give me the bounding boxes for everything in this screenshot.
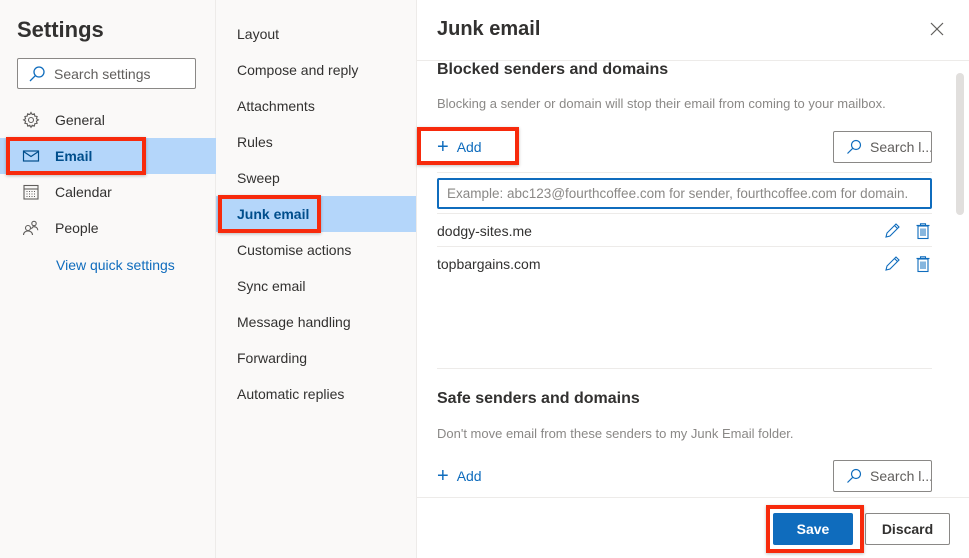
subnav-item-layout[interactable]: Layout — [216, 16, 416, 52]
subnav-item-customise-actions[interactable]: Customise actions — [216, 232, 416, 268]
delete-icon[interactable] — [914, 222, 932, 240]
blocked-section-description: Blocking a sender or domain will stop th… — [437, 96, 886, 111]
subnav-item-message-handling[interactable]: Message handling — [216, 304, 416, 340]
section-divider — [437, 368, 932, 369]
close-button[interactable] — [928, 20, 946, 38]
calendar-icon — [22, 183, 40, 201]
row-divider — [437, 172, 932, 173]
settings-title: Settings — [17, 17, 104, 42]
safe-section-description: Don't move email from these senders to m… — [437, 426, 794, 441]
subnav-item-attachments[interactable]: Attachments — [216, 88, 416, 124]
blocked-search-placeholder: Search l... — [870, 139, 932, 155]
save-button[interactable]: Save — [773, 513, 853, 545]
discard-button[interactable]: Discard — [865, 513, 950, 545]
plus-icon: + — [437, 465, 449, 487]
email-subnav-pane: Layout Compose and reply Attachments Rul… — [216, 0, 417, 558]
footer-divider — [417, 497, 969, 498]
subnav-item-automatic-replies[interactable]: Automatic replies — [216, 376, 416, 412]
add-label: Add — [456, 139, 482, 155]
blocked-sender-name: dodgy-sites.me — [437, 223, 532, 239]
nav-item-email[interactable]: Email — [0, 138, 216, 174]
add-label: Add — [456, 468, 482, 484]
row-divider — [437, 213, 932, 214]
nav-item-label: Calendar — [55, 184, 112, 200]
panel-title: Junk email — [437, 18, 541, 40]
nav-item-label: Email — [55, 148, 93, 164]
junk-email-panel: Junk email Blocked senders and domains B… — [417, 0, 969, 558]
blocked-sender-name: topbargains.com — [437, 256, 541, 272]
blocked-search-input[interactable]: Search l... — [833, 131, 932, 163]
settings-nav-pane: Settings Search settings General Email C… — [0, 0, 216, 558]
blocked-sender-row: dodgy-sites.me — [437, 215, 932, 247]
nav-item-general[interactable]: General — [0, 102, 216, 138]
subnav-item-junk-email[interactable]: Junk email — [216, 196, 416, 232]
nav-item-label: General — [55, 112, 105, 128]
subnav-item-compose-and-reply[interactable]: Compose and reply — [216, 52, 416, 88]
subnav-item-sync-email[interactable]: Sync email — [216, 268, 416, 304]
row-divider — [437, 246, 932, 247]
search-icon — [28, 65, 46, 83]
safe-search-placeholder: Search l... — [870, 468, 932, 484]
panel-scrollbar[interactable] — [956, 73, 964, 215]
safe-section-title: Safe senders and domains — [437, 390, 640, 407]
delete-icon[interactable] — [914, 255, 932, 273]
subnav-item-forwarding[interactable]: Forwarding — [216, 340, 416, 376]
blocked-section-title: Blocked senders and domains — [437, 61, 669, 78]
gear-icon — [22, 111, 40, 129]
nav-item-label: People — [55, 220, 99, 236]
nav-item-calendar[interactable]: Calendar — [0, 174, 216, 210]
people-icon — [22, 219, 40, 237]
blocked-add-button[interactable]: + Add — [437, 134, 482, 160]
edit-icon[interactable] — [883, 255, 901, 273]
subnav-item-rules[interactable]: Rules — [216, 124, 416, 160]
search-icon — [846, 139, 862, 155]
close-icon — [928, 22, 946, 41]
search-settings-input[interactable]: Search settings — [17, 58, 196, 89]
view-quick-settings-link[interactable]: View quick settings — [56, 257, 175, 273]
subnav-item-sweep[interactable]: Sweep — [216, 160, 416, 196]
nav-item-people[interactable]: People — [0, 210, 216, 246]
blocked-sender-row: topbargains.com — [437, 248, 932, 280]
mail-icon — [22, 147, 40, 165]
plus-icon: + — [437, 136, 449, 158]
edit-icon[interactable] — [883, 222, 901, 240]
search-icon — [846, 468, 862, 484]
safe-search-input[interactable]: Search l... — [833, 460, 932, 492]
search-settings-placeholder: Search settings — [54, 65, 151, 82]
blocked-sender-input[interactable] — [437, 178, 932, 209]
safe-add-button[interactable]: + Add — [437, 463, 482, 489]
